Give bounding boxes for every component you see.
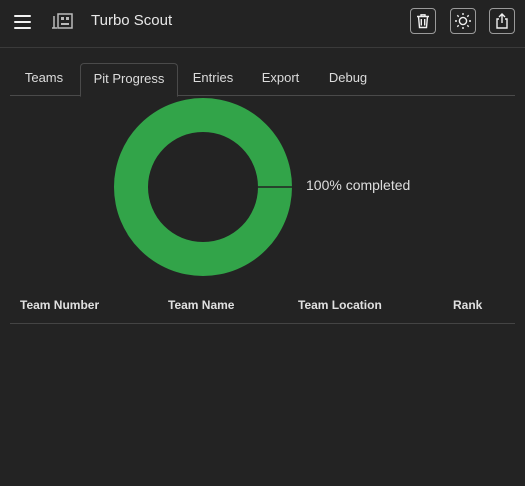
hamburger-menu-icon[interactable]	[12, 12, 34, 32]
pit-progress-donut-chart	[114, 98, 292, 276]
tab-pit-progress[interactable]: Pit Progress	[80, 63, 178, 97]
delete-button[interactable]	[410, 8, 436, 34]
tab-teams[interactable]: Teams	[14, 63, 74, 96]
top-app-bar: Turbo Scout	[0, 0, 525, 48]
tab-export[interactable]: Export	[254, 63, 307, 96]
column-header-team-name[interactable]: Team Name	[168, 298, 234, 312]
sun-icon	[455, 13, 471, 29]
column-header-team-number[interactable]: Team Number	[20, 298, 99, 312]
tab-entries[interactable]: Entries	[185, 63, 241, 96]
completion-label: 100% completed	[306, 177, 411, 193]
tab-debug[interactable]: Debug	[322, 63, 374, 96]
column-header-rank[interactable]: Rank	[453, 298, 482, 312]
robot-logo-icon	[52, 12, 74, 32]
app-title: Turbo Scout	[91, 12, 173, 29]
share-icon	[496, 13, 508, 29]
teams-table-header: Team Number Team Name Team Location Rank	[10, 290, 515, 324]
tab-bar: Teams Pit Progress Entries Export Debug	[10, 63, 515, 97]
trash-icon	[417, 14, 429, 29]
theme-toggle-button[interactable]	[450, 8, 476, 34]
column-header-team-location[interactable]: Team Location	[298, 298, 382, 312]
share-button[interactable]	[489, 8, 515, 34]
